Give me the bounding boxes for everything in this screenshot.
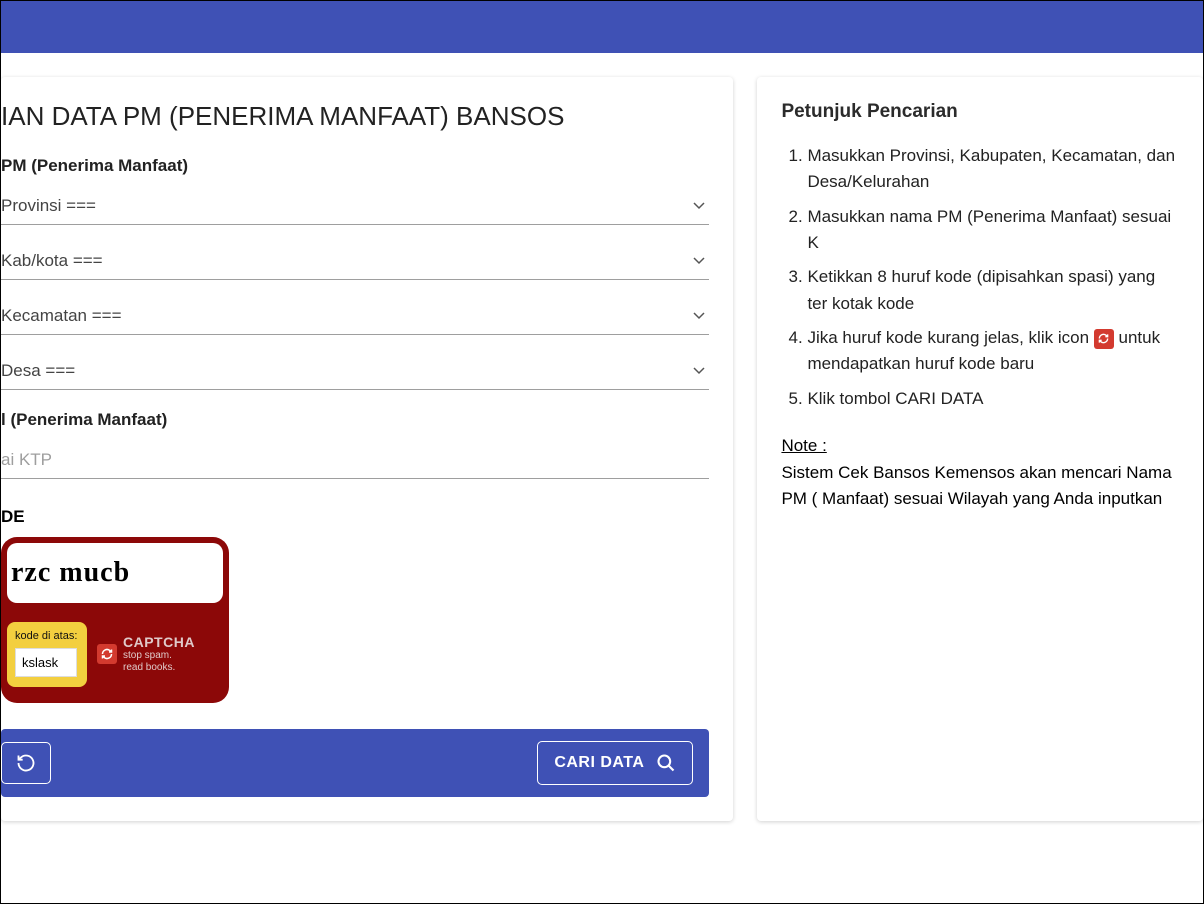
captcha-hint: kode di atas: <box>15 630 77 642</box>
content: IAN DATA PM (PENERIMA MANFAAT) BANSOS PM… <box>1 53 1203 821</box>
chevron-down-icon <box>693 257 705 265</box>
desa-select[interactable]: Desa === <box>1 351 709 390</box>
kabkota-value: Kab/kota === <box>1 251 103 271</box>
page-title: IAN DATA PM (PENERIMA MANFAAT) BANSOS <box>1 101 709 132</box>
search-form-card: IAN DATA PM (PENERIMA MANFAAT) BANSOS PM… <box>1 77 733 821</box>
refresh-icon <box>1094 329 1114 349</box>
chevron-down-icon <box>693 312 705 320</box>
cari-data-button[interactable]: CARI DATA <box>537 741 693 785</box>
kecamatan-select[interactable]: Kecamatan === <box>1 296 709 335</box>
chevron-down-icon <box>693 367 705 375</box>
nama-input[interactable] <box>1 440 709 479</box>
search-icon <box>656 753 676 773</box>
note-body: Sistem Cek Bansos Kemensos akan mencari … <box>781 460 1179 513</box>
cari-data-label: CARI DATA <box>554 754 644 772</box>
chevron-down-icon <box>693 202 705 210</box>
captcha-brand-text: CAPTCHA <box>123 634 195 651</box>
captcha-brand-sub: stop spam. read books. <box>123 650 195 674</box>
captcha-brand: CAPTCHA stop spam. read books. <box>97 634 195 675</box>
refresh-icon[interactable] <box>97 644 117 664</box>
captcha-image: rzc mucb <box>7 543 223 603</box>
captcha-widget: rzc mucb kode di atas: CAPTCHA stop spam… <box>1 537 229 703</box>
kabkota-select[interactable]: Kab/kota === <box>1 241 709 280</box>
instructions-title: Petunjuk Pencarian <box>781 101 1179 123</box>
captcha-input[interactable] <box>15 648 77 677</box>
nama-label: l (Penerima Manfaat) <box>1 410 709 430</box>
instructions-list: Masukkan Provinsi, Kabupaten, Kecamatan,… <box>807 143 1179 412</box>
instruction-item: Jika huruf kode kurang jelas, klik icon … <box>807 325 1179 378</box>
provinsi-value: Provinsi === <box>1 196 96 216</box>
provinsi-select[interactable]: Provinsi === <box>1 186 709 225</box>
instruction-item: Ketikkan 8 huruf kode (dipisahkan spasi)… <box>807 264 1179 317</box>
wilayah-label: PM (Penerima Manfaat) <box>1 156 709 176</box>
kecamatan-value: Kecamatan === <box>1 306 122 326</box>
note-label: Note : <box>781 436 1179 456</box>
instruction-item: Masukkan nama PM (Penerima Manfaat) sesu… <box>807 204 1179 257</box>
instruction-item: Klik tombol CARI DATA <box>807 386 1179 412</box>
top-bar <box>1 1 1203 53</box>
desa-value: Desa === <box>1 361 75 381</box>
kode-label: DE <box>1 507 709 527</box>
instruction-item-pre: Jika huruf kode kurang jelas, klik icon <box>807 328 1093 347</box>
reload-icon <box>16 753 36 773</box>
action-bar: CARI DATA <box>1 729 709 797</box>
instruction-item: Masukkan Provinsi, Kabupaten, Kecamatan,… <box>807 143 1179 196</box>
reset-button[interactable] <box>1 742 51 784</box>
instructions-card: Petunjuk Pencarian Masukkan Provinsi, Ka… <box>757 77 1203 821</box>
captcha-input-area: kode di atas: <box>7 622 87 687</box>
